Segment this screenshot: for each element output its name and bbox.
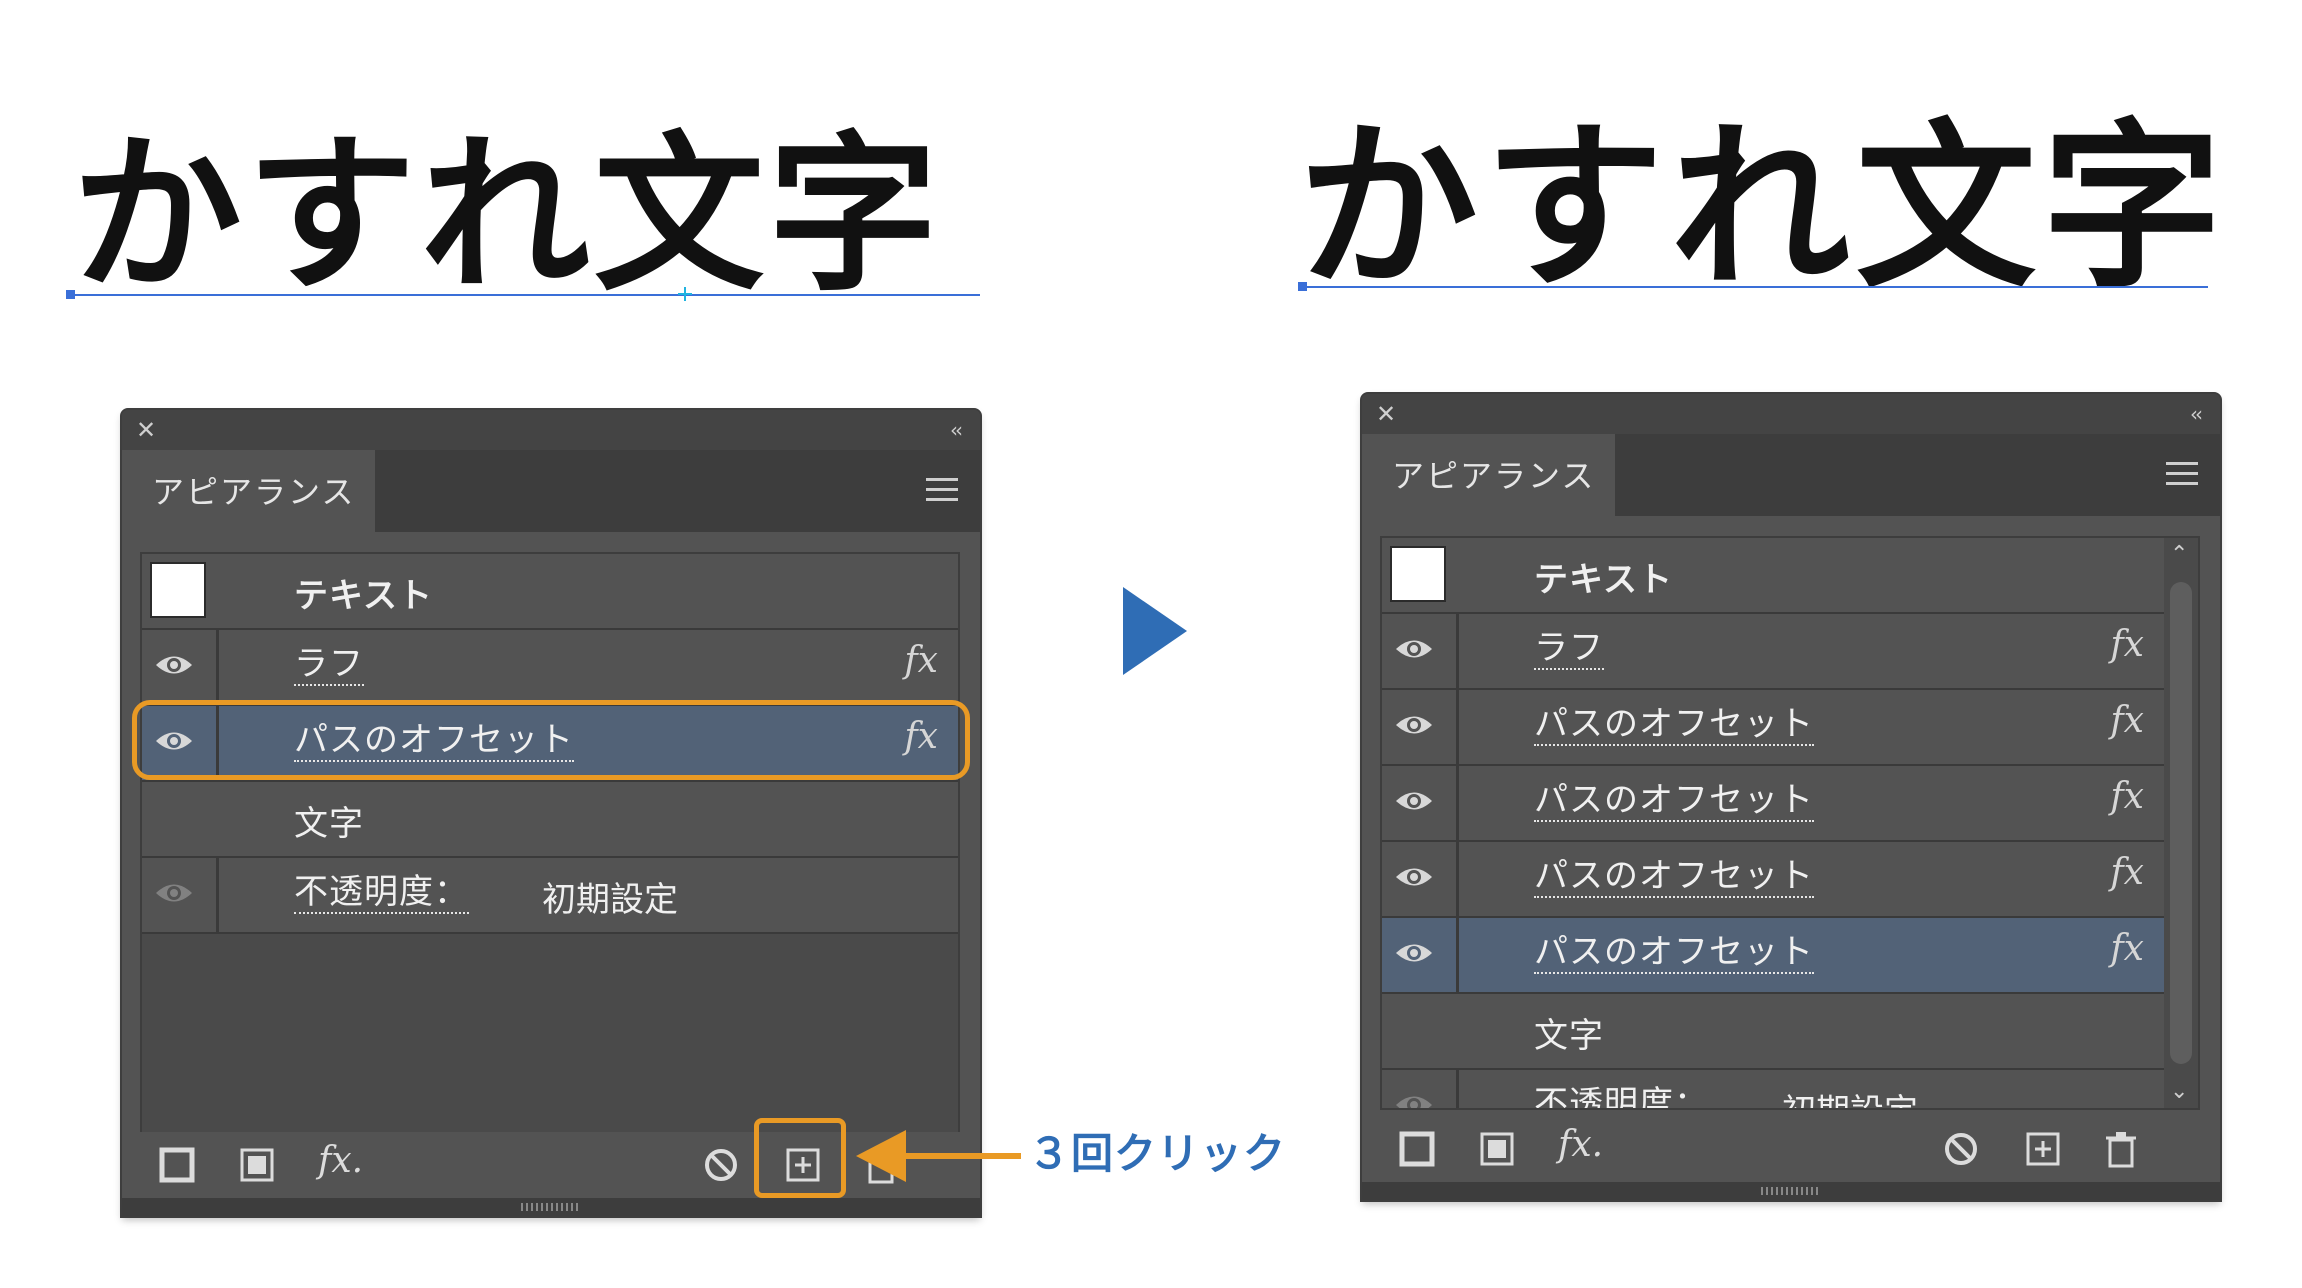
callout-arrow-icon bbox=[856, 1130, 1021, 1182]
panel-resize-grip[interactable] bbox=[1362, 1182, 2220, 1200]
tab-appearance[interactable]: アピアランス bbox=[1362, 434, 1615, 518]
opacity-value: 初期設定 bbox=[542, 880, 678, 920]
list-item-roughen[interactable]: ラフ fx bbox=[1382, 614, 2164, 690]
list-item-characters[interactable]: 文字 bbox=[1382, 994, 2164, 1070]
fx-icon: fx bbox=[2110, 928, 2144, 969]
visibility-eye-icon[interactable] bbox=[1394, 634, 1434, 664]
row-label[interactable]: 不透明度： bbox=[294, 872, 469, 914]
panel-titlebar: ✕ ‹‹ bbox=[1362, 394, 2220, 434]
text-baseline bbox=[1298, 282, 2208, 291]
panel-menu-icon[interactable] bbox=[926, 478, 958, 502]
list-scrollbar[interactable]: ⌃ ⌄ bbox=[2164, 538, 2198, 1108]
duplicate-item-icon[interactable] bbox=[2024, 1130, 2062, 1168]
text-baseline bbox=[66, 287, 980, 301]
list-item-characters[interactable]: 文字 bbox=[142, 782, 958, 858]
close-icon[interactable]: ✕ bbox=[1376, 400, 1396, 428]
sample-text-after: かすれ文字 bbox=[1298, 102, 2229, 313]
clear-appearance-icon[interactable] bbox=[1942, 1130, 1980, 1168]
add-stroke-icon[interactable] bbox=[1398, 1130, 1436, 1168]
appearance-list: テキスト ラフ fx パスのオフセット fx 文字 不透明度： 初期設定 bbox=[140, 552, 960, 1134]
appearance-panel-after: ✕ ‹‹ アピアランス テキスト ラフ fx パスのオフセット fx パスのオフ… bbox=[1362, 394, 2220, 1200]
add-effect-icon[interactable]: fx. bbox=[318, 1140, 378, 1181]
row-label: 文字 bbox=[1534, 1016, 1604, 1056]
panel-menu-icon[interactable] bbox=[2166, 462, 2198, 486]
visibility-eye-icon[interactable] bbox=[154, 650, 194, 680]
fx-icon: fx bbox=[904, 640, 938, 681]
scroll-down-icon[interactable]: ⌄ bbox=[2170, 1079, 2188, 1104]
collapse-icon[interactable]: ‹‹ bbox=[2190, 402, 2203, 426]
row-label[interactable]: パスのオフセット bbox=[1534, 932, 1814, 974]
panel-resize-grip[interactable] bbox=[122, 1198, 980, 1216]
tab-appearance[interactable]: アピアランス bbox=[122, 450, 375, 534]
highlight-duplicate-button bbox=[754, 1118, 846, 1198]
close-icon[interactable]: ✕ bbox=[136, 416, 156, 444]
row-label: テキスト bbox=[1534, 560, 1673, 600]
highlight-offset-row bbox=[132, 700, 970, 780]
color-swatch[interactable] bbox=[150, 562, 206, 618]
visibility-eye-icon[interactable] bbox=[1394, 938, 1434, 968]
add-fill-icon[interactable] bbox=[238, 1146, 276, 1184]
visibility-eye-icon[interactable] bbox=[154, 878, 194, 908]
list-item-opacity[interactable]: 不透明度： 初期設定 bbox=[1382, 1070, 2164, 1110]
row-label[interactable]: パスのオフセット bbox=[1534, 780, 1814, 822]
list-item-opacity[interactable]: 不透明度： 初期設定 bbox=[142, 858, 958, 934]
visibility-eye-icon[interactable] bbox=[1394, 786, 1434, 816]
row-label[interactable]: パスのオフセット bbox=[1534, 856, 1814, 898]
add-stroke-icon[interactable] bbox=[158, 1146, 196, 1184]
panel-toolbar: fx. bbox=[122, 1132, 980, 1198]
clear-appearance-icon[interactable] bbox=[702, 1146, 740, 1184]
scrollbar-thumb[interactable] bbox=[2170, 582, 2192, 1064]
row-label[interactable]: ラフ bbox=[294, 644, 364, 686]
list-item-offset-path[interactable]: パスのオフセット fx bbox=[1382, 918, 2164, 994]
visibility-eye-icon[interactable] bbox=[1394, 862, 1434, 892]
list-item-offset-path[interactable]: パスのオフセット fx bbox=[1382, 842, 2164, 918]
visibility-eye-icon[interactable] bbox=[1394, 710, 1434, 740]
list-item-offset-path[interactable]: パスのオフセット fx bbox=[1382, 690, 2164, 766]
appearance-list: テキスト ラフ fx パスのオフセット fx パスのオフセット fx パスのオフ… bbox=[1380, 536, 2200, 1110]
add-fill-icon[interactable] bbox=[1478, 1130, 1516, 1168]
fx-icon: fx bbox=[2110, 776, 2144, 817]
delete-item-icon[interactable] bbox=[2102, 1130, 2140, 1168]
row-label: テキスト bbox=[294, 576, 433, 616]
fx-icon: fx bbox=[2110, 624, 2144, 665]
row-label: 文字 bbox=[294, 804, 364, 844]
row-label[interactable]: ラフ bbox=[1534, 628, 1604, 670]
fx-icon: fx bbox=[2110, 700, 2144, 741]
scroll-up-icon[interactable]: ⌃ bbox=[2170, 542, 2188, 567]
panel-titlebar: ✕ ‹‹ bbox=[122, 410, 980, 450]
list-item-offset-path[interactable]: パスのオフセット fx bbox=[1382, 766, 2164, 842]
row-label[interactable]: パスのオフセット bbox=[1534, 704, 1814, 746]
opacity-value: 初期設定 bbox=[1782, 1084, 1918, 1108]
callout-label: ３回クリック bbox=[1028, 1129, 1287, 1178]
visibility-eye-icon[interactable] bbox=[1394, 1090, 1434, 1110]
list-item-roughen[interactable]: ラフ fx bbox=[142, 630, 958, 706]
list-item-text[interactable]: テキスト bbox=[1382, 538, 2164, 614]
add-effect-icon[interactable]: fx. bbox=[1558, 1124, 1618, 1165]
row-label[interactable]: 不透明度： bbox=[1534, 1084, 1709, 1108]
sample-text-before: かすれ文字 bbox=[72, 115, 943, 315]
fx-icon: fx bbox=[2110, 852, 2144, 893]
list-item-text[interactable]: テキスト bbox=[142, 554, 958, 630]
color-swatch[interactable] bbox=[1390, 546, 1446, 602]
next-arrow-icon bbox=[1123, 587, 1187, 675]
panel-toolbar: fx. bbox=[1362, 1116, 2220, 1182]
appearance-panel-before: ✕ ‹‹ アピアランス テキスト ラフ fx パスのオフセット fx 文字 不透… bbox=[122, 410, 980, 1216]
collapse-icon[interactable]: ‹‹ bbox=[950, 418, 963, 442]
